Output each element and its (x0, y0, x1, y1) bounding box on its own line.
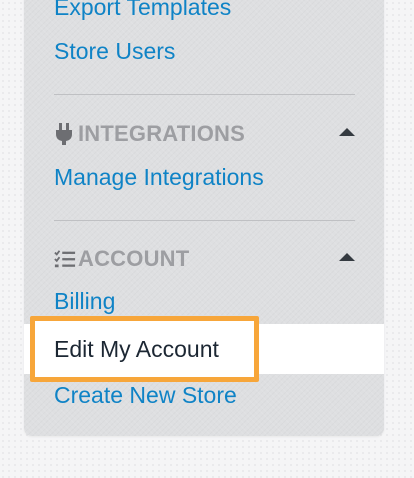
section-divider (54, 94, 355, 95)
sidebar-item-billing[interactable]: Billing (54, 286, 115, 316)
checklist-icon (54, 247, 76, 271)
sidebar-item-store-users[interactable]: Store Users (54, 36, 175, 66)
integrations-section-title: INTEGRATIONS (78, 121, 245, 146)
sidebar-item-manage-integrations[interactable]: Manage Integrations (54, 162, 264, 192)
caret-up-icon[interactable] (339, 128, 355, 136)
sidebar-item-export-templates[interactable]: Export Templates (54, 0, 231, 22)
sidebar-item-create-new-store[interactable]: Create New Store (54, 380, 237, 410)
account-section-header[interactable]: ACCOUNT (54, 244, 355, 274)
sidebar-item-edit-my-account[interactable]: Edit My Account (54, 334, 219, 364)
integrations-section-header[interactable]: INTEGRATIONS (54, 119, 355, 149)
caret-up-icon[interactable] (339, 253, 355, 261)
plug-icon (54, 122, 76, 146)
account-section-title: ACCOUNT (78, 246, 190, 271)
section-divider (54, 220, 355, 221)
